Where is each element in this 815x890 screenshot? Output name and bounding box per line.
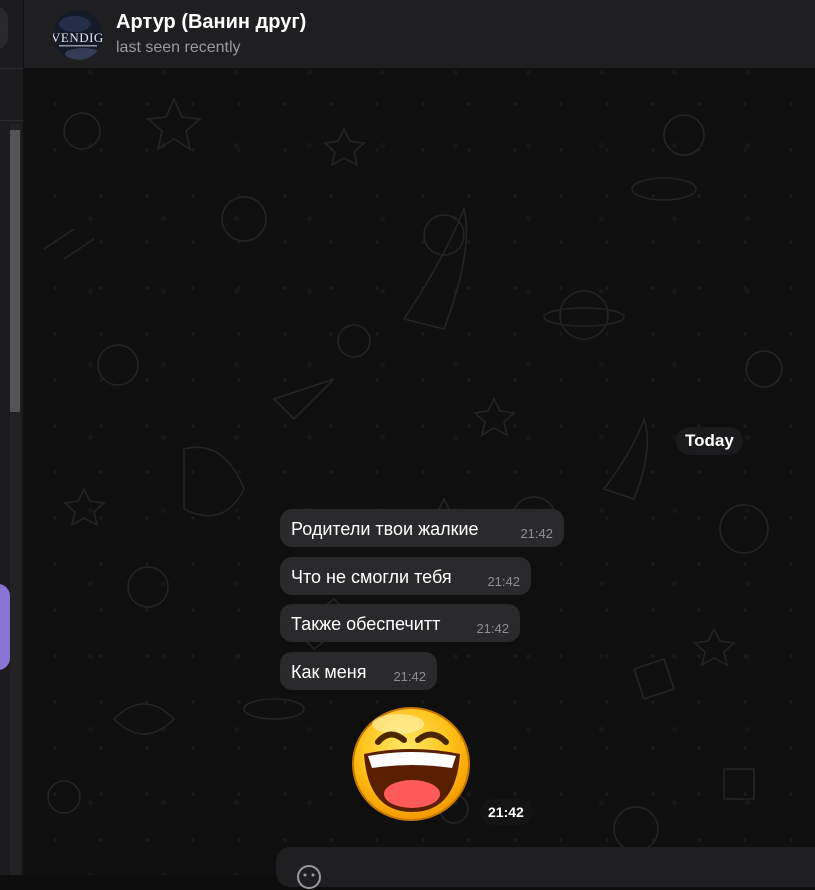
chat-list-scroll-thumb[interactable]	[10, 130, 20, 412]
message-time: 21:42	[487, 574, 520, 589]
sidebar-search-field[interactable]	[0, 6, 8, 50]
message-composer[interactable]	[276, 847, 815, 890]
message-bubble[interactable]: Что не смогли тебя 21:42	[280, 557, 531, 595]
message-bubble[interactable]: Как меня 21:42	[280, 652, 437, 690]
chat-status: last seen recently	[116, 39, 241, 56]
sticker-time: 21:42	[480, 799, 532, 825]
sidebar-divider	[0, 68, 23, 69]
date-separator: Today	[676, 427, 743, 455]
active-chat-highlight[interactable]	[0, 584, 10, 670]
message-time: 21:42	[393, 669, 426, 684]
sidebar-divider	[0, 120, 23, 121]
svg-text:VENDIGO: VENDIGO	[53, 30, 103, 45]
message-text: Что не смогли тебя	[291, 567, 452, 587]
chat-title[interactable]: Артур (Ванин друг)	[116, 11, 306, 34]
chat-list-panel	[0, 0, 24, 875]
message-time: 21:42	[476, 621, 509, 636]
message-time: 21:42	[520, 526, 553, 541]
message-bubble[interactable]: Родители твои жалкие 21:42	[280, 509, 564, 547]
emoji-smile-icon[interactable]	[296, 864, 322, 890]
message-text: Родители твои жалкие	[291, 519, 479, 539]
avatar[interactable]: VENDIGO	[53, 10, 103, 60]
message-text: Также обеспечитт	[291, 614, 441, 634]
avatar-image: VENDIGO	[53, 10, 103, 60]
message-bubble[interactable]: Также обеспечитт 21:42	[280, 604, 520, 642]
chat-header[interactable]: VENDIGO Артур (Ванин друг) last seen rec…	[24, 0, 815, 69]
laughing-emoji-sticker[interactable]	[350, 702, 472, 824]
message-text: Как меня	[291, 662, 367, 682]
